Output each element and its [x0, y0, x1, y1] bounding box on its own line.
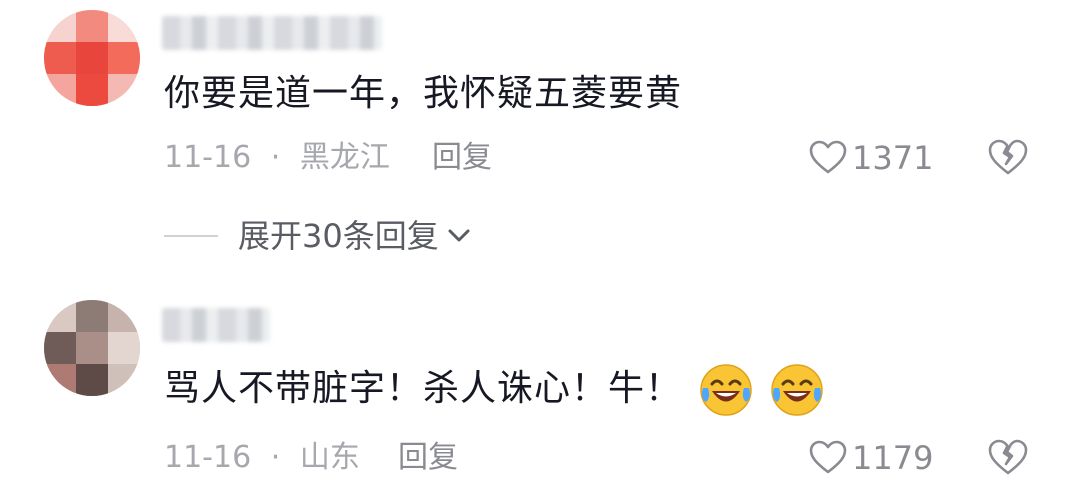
- like-button[interactable]: 1179: [808, 436, 933, 480]
- expand-divider: [164, 235, 218, 237]
- comment-date: 11-16: [164, 140, 252, 175]
- comment-meta: 11-16 · 山东: [164, 438, 360, 478]
- meta-separator: ·: [270, 440, 281, 475]
- comment-text: 你要是道一年，我怀疑五菱要黄: [164, 73, 683, 114]
- like-button[interactable]: 1371: [808, 136, 933, 180]
- meta-separator: ·: [270, 140, 281, 175]
- avatar[interactable]: [44, 300, 140, 396]
- username-redacted[interactable]: [162, 308, 270, 342]
- comment-text-content: 骂人不带脏字！杀人诛心！牛！: [164, 368, 683, 409]
- broken-heart-icon[interactable]: [986, 436, 1030, 480]
- expand-replies-label: 展开30条回复: [238, 217, 439, 255]
- comment-location: 山东: [299, 440, 360, 475]
- like-count: 1371: [852, 139, 934, 177]
- heart-icon: [809, 440, 847, 474]
- laughing-crying-emoji: [700, 364, 753, 416]
- reply-button[interactable]: 回复: [398, 438, 458, 478]
- comment-meta: 11-16 · 黑龙江: [164, 138, 390, 178]
- broken-heart-icon[interactable]: [986, 136, 1030, 180]
- reply-button[interactable]: 回复: [432, 138, 492, 178]
- laughing-crying-emoji: [771, 364, 823, 416]
- expand-replies-button[interactable]: 展开30条回复: [164, 214, 475, 258]
- like-count: 1179: [852, 439, 934, 477]
- comment-text: 骂人不带脏字！杀人诛心！牛！: [164, 362, 825, 418]
- username-redacted[interactable]: [162, 16, 382, 50]
- comment-location: 黑龙江: [299, 140, 390, 175]
- comment-date: 11-16: [164, 440, 252, 475]
- avatar[interactable]: [44, 10, 140, 106]
- heart-icon: [809, 140, 847, 174]
- chevron-down-icon: [448, 229, 470, 242]
